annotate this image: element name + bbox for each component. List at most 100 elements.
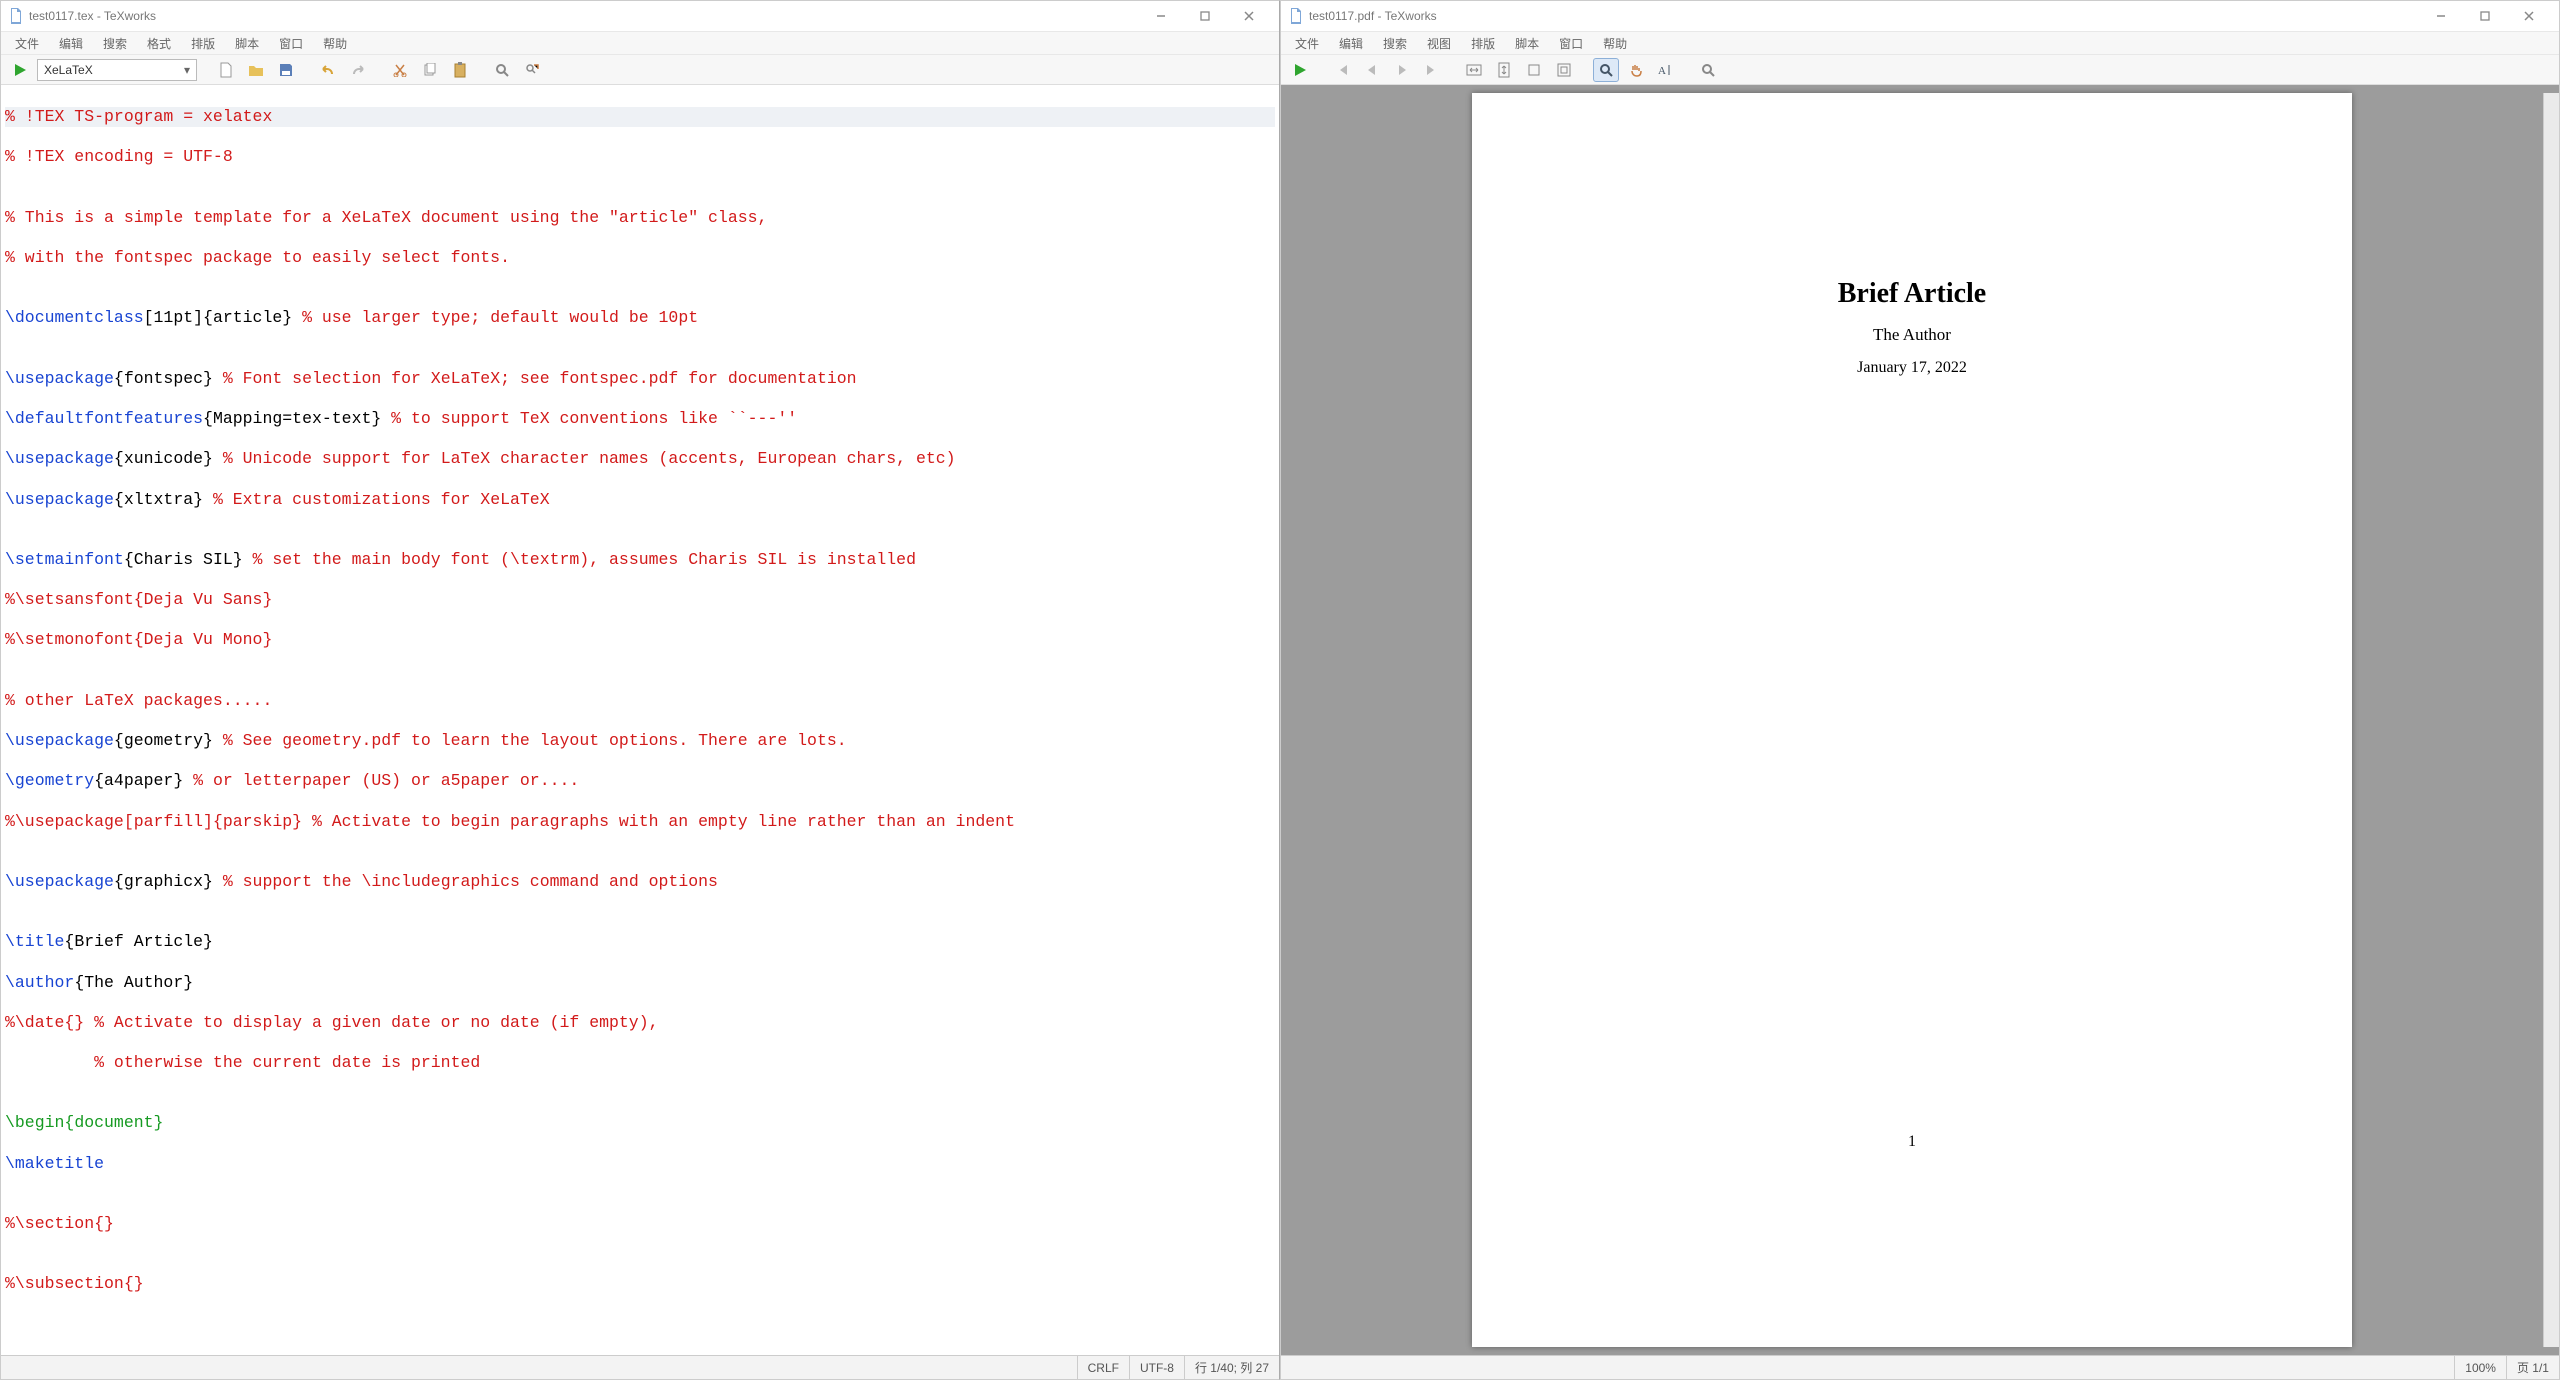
viewer-window-title: test0117.pdf - TeXworks — [1309, 9, 2419, 23]
menu-search[interactable]: 搜索 — [1375, 33, 1415, 54]
editor-window: test0117.tex - TeXworks 文件 编辑 搜索 格式 排版 脚… — [0, 0, 1280, 1380]
code-line: % !TEX TS-program = xelatex — [5, 107, 1275, 127]
typeset-run-button[interactable] — [7, 58, 33, 82]
editor-toolbar: XeLaTeX ▾ — [1, 55, 1279, 85]
engine-select[interactable]: XeLaTeX ▾ — [37, 59, 197, 81]
code-line: \begin{document} — [5, 1113, 1275, 1133]
text-select-tool-button[interactable]: A — [1653, 58, 1679, 82]
viewer-menubar: 文件 编辑 搜索 视图 排版 脚本 窗口 帮助 — [1281, 31, 2559, 55]
cut-button[interactable] — [387, 58, 413, 82]
paste-button[interactable] — [447, 58, 473, 82]
close-button[interactable] — [2507, 2, 2551, 30]
code-line: % This is a simple template for a XeLaTe… — [5, 208, 1275, 228]
fit-page-button[interactable] — [1491, 58, 1517, 82]
replace-button[interactable] — [519, 58, 545, 82]
fit-width-button[interactable] — [1461, 58, 1487, 82]
code-line: % !TEX encoding = UTF-8 — [5, 147, 1275, 167]
editor-statusbar: CRLF UTF-8 行 1/40; 列 27 — [1, 1355, 1279, 1379]
menu-window[interactable]: 窗口 — [1551, 33, 1591, 54]
find-button[interactable] — [489, 58, 515, 82]
status-page[interactable]: 页 1/1 — [2506, 1356, 2559, 1379]
code-line: % other LaTeX packages..... — [5, 691, 1275, 711]
source-editor[interactable]: % !TEX TS-program = xelatex % !TEX encod… — [1, 85, 1279, 1355]
typeset-run-button[interactable] — [1287, 58, 1313, 82]
code-line: \usepackage{geometry} % See geometry.pdf… — [5, 731, 1275, 751]
status-zoom[interactable]: 100% — [2454, 1356, 2506, 1379]
svg-text:A: A — [1658, 65, 1666, 77]
status-cursor[interactable]: 行 1/40; 列 27 — [1184, 1356, 1279, 1379]
code-line: %\setmonofont{Deja Vu Mono} — [5, 630, 1275, 650]
actual-size-button[interactable] — [1521, 58, 1547, 82]
editor-menubar: 文件 编辑 搜索 格式 排版 脚本 窗口 帮助 — [1, 31, 1279, 55]
code-line: \usepackage{xltxtra} % Extra customizati… — [5, 490, 1275, 510]
menu-search[interactable]: 搜索 — [95, 33, 135, 54]
pdf-page-number: 1 — [1472, 1133, 2352, 1151]
pdf-date: January 17, 2022 — [1472, 359, 2352, 377]
menu-script[interactable]: 脚本 — [227, 33, 267, 54]
code-line: \geometry{a4paper} % or letterpaper (US)… — [5, 771, 1275, 791]
menu-file[interactable]: 文件 — [1287, 33, 1327, 54]
copy-button[interactable] — [417, 58, 443, 82]
maximize-button[interactable] — [2463, 2, 2507, 30]
viewer-window: test0117.pdf - TeXworks 文件 编辑 搜索 视图 排版 脚… — [1280, 0, 2560, 1380]
open-file-button[interactable] — [243, 58, 269, 82]
code-line: % with the fontspec package to easily se… — [5, 248, 1275, 268]
code-line: %\subsection{} — [5, 1274, 1275, 1294]
menu-window[interactable]: 窗口 — [271, 33, 311, 54]
document-icon — [9, 8, 23, 24]
menu-edit[interactable]: 编辑 — [51, 33, 91, 54]
code-line: %\date{} % Activate to display a given d… — [5, 1013, 1275, 1033]
viewer-statusbar: 100% 页 1/1 — [1281, 1355, 2559, 1379]
close-button[interactable] — [1227, 2, 1271, 30]
code-line: % otherwise the current date is printed — [5, 1053, 1275, 1073]
chevron-down-icon: ▾ — [184, 63, 190, 77]
code-line: \usepackage{fontspec} % Font selection f… — [5, 369, 1275, 389]
menu-script[interactable]: 脚本 — [1507, 33, 1547, 54]
pdf-viewport[interactable]: Brief Article The Author January 17, 202… — [1281, 85, 2559, 1355]
find-button[interactable] — [1695, 58, 1721, 82]
menu-view[interactable]: 视图 — [1419, 33, 1459, 54]
code-line: \defaultfontfeatures{Mapping=tex-text} %… — [5, 409, 1275, 429]
menu-edit[interactable]: 编辑 — [1331, 33, 1371, 54]
menu-typeset[interactable]: 排版 — [1463, 33, 1503, 54]
code-line: \usepackage{xunicode} % Unicode support … — [5, 449, 1275, 469]
menu-help[interactable]: 帮助 — [1595, 33, 1635, 54]
code-line: \documentclass[11pt]{article} % use larg… — [5, 308, 1275, 328]
maximize-button[interactable] — [1183, 2, 1227, 30]
minimize-button[interactable] — [2419, 2, 2463, 30]
new-file-button[interactable] — [213, 58, 239, 82]
page-last-button[interactable] — [1419, 58, 1445, 82]
undo-button[interactable] — [315, 58, 341, 82]
minimize-button[interactable] — [1139, 2, 1183, 30]
code-line: \usepackage{graphicx} % support the \inc… — [5, 872, 1275, 892]
code-line: %\setsansfont{Deja Vu Sans} — [5, 590, 1275, 610]
menu-typeset[interactable]: 排版 — [183, 33, 223, 54]
viewer-titlebar: test0117.pdf - TeXworks — [1281, 1, 2559, 31]
redo-button[interactable] — [345, 58, 371, 82]
magnifier-tool-button[interactable] — [1593, 58, 1619, 82]
pdf-title: Brief Article — [1472, 278, 2352, 310]
viewer-toolbar: A — [1281, 55, 2559, 85]
menu-format[interactable]: 格式 — [139, 33, 179, 54]
code-line: %\section{} — [5, 1214, 1275, 1234]
pdf-author: The Author — [1472, 325, 2352, 345]
page-prev-button[interactable] — [1359, 58, 1385, 82]
code-line: \title{Brief Article} — [5, 932, 1275, 952]
fit-window-button[interactable] — [1551, 58, 1577, 82]
menu-help[interactable]: 帮助 — [315, 33, 355, 54]
code-line: \author{The Author} — [5, 973, 1275, 993]
menu-file[interactable]: 文件 — [7, 33, 47, 54]
engine-label: XeLaTeX — [44, 63, 93, 77]
scrollbar-vertical[interactable] — [2543, 93, 2559, 1347]
code-line: \setmainfont{Charis SIL} % set the main … — [5, 550, 1275, 570]
page-first-button[interactable] — [1329, 58, 1355, 82]
status-encoding[interactable]: UTF-8 — [1129, 1356, 1184, 1379]
editor-window-title: test0117.tex - TeXworks — [29, 9, 1139, 23]
pan-tool-button[interactable] — [1623, 58, 1649, 82]
save-file-button[interactable] — [273, 58, 299, 82]
code-line: %\usepackage[parfill]{parskip} % Activat… — [5, 812, 1275, 832]
status-eol[interactable]: CRLF — [1077, 1356, 1129, 1379]
document-icon — [1289, 8, 1303, 24]
page-next-button[interactable] — [1389, 58, 1415, 82]
pdf-page: Brief Article The Author January 17, 202… — [1472, 93, 2352, 1347]
